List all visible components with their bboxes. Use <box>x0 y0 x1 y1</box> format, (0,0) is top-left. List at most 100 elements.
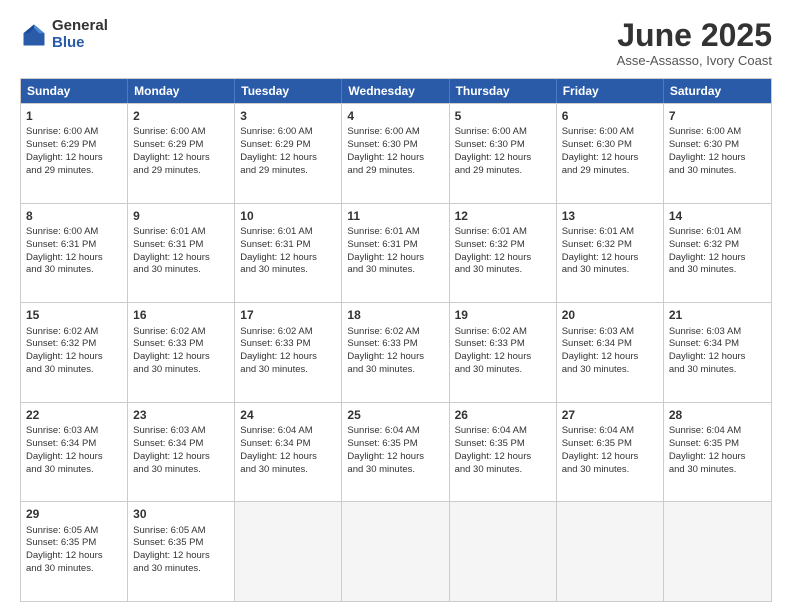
day-info-line: Sunset: 6:31 PM <box>347 239 443 252</box>
calendar-cell: 6Sunrise: 6:00 AMSunset: 6:30 PMDaylight… <box>557 104 664 203</box>
day-number: 20 <box>562 307 658 323</box>
day-number: 18 <box>347 307 443 323</box>
day-info-line: Sunrise: 6:01 AM <box>562 226 658 239</box>
title-block: June 2025 Asse-Assasso, Ivory Coast <box>617 18 772 68</box>
weekday-header: Sunday <box>21 79 128 103</box>
calendar-cell: 3Sunrise: 6:00 AMSunset: 6:29 PMDaylight… <box>235 104 342 203</box>
day-info-line: Sunset: 6:33 PM <box>347 338 443 351</box>
day-info-line: Daylight: 12 hours <box>240 451 336 464</box>
calendar-cell: 29Sunrise: 6:05 AMSunset: 6:35 PMDayligh… <box>21 502 128 601</box>
day-number: 13 <box>562 208 658 224</box>
calendar-cell: 25Sunrise: 6:04 AMSunset: 6:35 PMDayligh… <box>342 403 449 502</box>
calendar-cell: 7Sunrise: 6:00 AMSunset: 6:30 PMDaylight… <box>664 104 771 203</box>
day-info-line: Sunset: 6:30 PM <box>455 139 551 152</box>
day-info-line: and 30 minutes. <box>133 264 229 277</box>
calendar-cell: 16Sunrise: 6:02 AMSunset: 6:33 PMDayligh… <box>128 303 235 402</box>
day-info-line: and 30 minutes. <box>133 364 229 377</box>
day-number: 9 <box>133 208 229 224</box>
weekday-header: Thursday <box>450 79 557 103</box>
page: General Blue June 2025 Asse-Assasso, Ivo… <box>0 0 792 612</box>
calendar-body: 1Sunrise: 6:00 AMSunset: 6:29 PMDaylight… <box>21 103 771 601</box>
calendar-cell: 22Sunrise: 6:03 AMSunset: 6:34 PMDayligh… <box>21 403 128 502</box>
day-info-line: Sunset: 6:35 PM <box>26 537 122 550</box>
calendar-row: 22Sunrise: 6:03 AMSunset: 6:34 PMDayligh… <box>21 402 771 502</box>
day-info-line: Daylight: 12 hours <box>455 451 551 464</box>
day-info-line: and 30 minutes. <box>347 464 443 477</box>
calendar-row: 1Sunrise: 6:00 AMSunset: 6:29 PMDaylight… <box>21 103 771 203</box>
day-info-line: Daylight: 12 hours <box>26 252 122 265</box>
day-info-line: Sunrise: 6:03 AM <box>562 326 658 339</box>
calendar-cell: 11Sunrise: 6:01 AMSunset: 6:31 PMDayligh… <box>342 204 449 303</box>
day-number: 30 <box>133 506 229 522</box>
calendar-cell: 18 Sunrise: 6:02 AMSunset: 6:33 PMDayligh… <box>342 303 449 402</box>
day-number: 21 <box>669 307 766 323</box>
day-info-line: Daylight: 12 hours <box>240 252 336 265</box>
calendar-cell: 20Sunrise: 6:03 AMSunset: 6:34 PMDayligh… <box>557 303 664 402</box>
calendar-cell: 10 Sunrise: 6:01 AMSunset: 6:31 PMDayligh… <box>235 204 342 303</box>
day-info-line: Sunset: 6:32 PM <box>26 338 122 351</box>
day-info-line: Sunset: 6:31 PM <box>240 239 336 252</box>
logo-icon <box>20 21 48 49</box>
day-number: 4 <box>347 108 443 124</box>
day-info-line: Sunrise: 6:01 AM <box>240 226 336 239</box>
weekday-header: Monday <box>128 79 235 103</box>
day-info-line: Sunrise: 6:02 AM <box>347 326 443 339</box>
day-number: 14 <box>669 208 766 224</box>
day-number: 10 <box>240 208 336 224</box>
calendar-cell: 8Sunrise: 6:00 AMSunset: 6:31 PMDaylight… <box>21 204 128 303</box>
day-info-line: Sunrise: 6:00 AM <box>240 126 336 139</box>
location-subtitle: Asse-Assasso, Ivory Coast <box>617 53 772 68</box>
day-info-line: and 30 minutes. <box>669 264 766 277</box>
day-info-line: Daylight: 12 hours <box>455 351 551 364</box>
calendar-cell: 9Sunrise: 6:01 AMSunset: 6:31 PMDaylight… <box>128 204 235 303</box>
day-info-line: and 29 minutes. <box>347 165 443 178</box>
day-info-line: and 30 minutes. <box>562 264 658 277</box>
day-number: 3 <box>240 108 336 124</box>
day-info-line: Sunset: 6:29 PM <box>26 139 122 152</box>
weekday-header: Friday <box>557 79 664 103</box>
calendar-cell: 26Sunrise: 6:04 AMSunset: 6:35 PMDayligh… <box>450 403 557 502</box>
day-info-line: Sunrise: 6:02 AM <box>240 326 336 339</box>
day-info-line: Sunset: 6:34 PM <box>26 438 122 451</box>
calendar-cell: 30Sunrise: 6:05 AMSunset: 6:35 PMDayligh… <box>128 502 235 601</box>
day-info-line: and 30 minutes. <box>455 464 551 477</box>
day-info-line: Sunset: 6:32 PM <box>455 239 551 252</box>
day-info-line: and 30 minutes. <box>133 464 229 477</box>
day-number: 17 <box>240 307 336 323</box>
day-info-line: and 30 minutes. <box>455 364 551 377</box>
calendar-row: 15Sunrise: 6:02 AMSunset: 6:32 PMDayligh… <box>21 302 771 402</box>
calendar-cell: 28Sunrise: 6:04 AMSunset: 6:35 PMDayligh… <box>664 403 771 502</box>
month-title: June 2025 <box>617 18 772 53</box>
day-info-line: Daylight: 12 hours <box>26 451 122 464</box>
day-number: 2 <box>133 108 229 124</box>
day-info-line: Daylight: 12 hours <box>347 351 443 364</box>
day-info-line: Sunset: 6:35 PM <box>455 438 551 451</box>
day-info-line: Daylight: 12 hours <box>26 550 122 563</box>
day-info-line: Sunrise: 6:04 AM <box>562 425 658 438</box>
day-info-line: and 30 minutes. <box>455 264 551 277</box>
empty-cell <box>342 502 449 601</box>
calendar-cell: 14Sunrise: 6:01 AMSunset: 6:32 PMDayligh… <box>664 204 771 303</box>
calendar: SundayMondayTuesdayWednesdayThursdayFrid… <box>20 78 772 602</box>
weekday-header: Saturday <box>664 79 771 103</box>
day-info-line: Sunrise: 6:02 AM <box>26 326 122 339</box>
day-number: 15 <box>26 307 122 323</box>
weekday-header: Tuesday <box>235 79 342 103</box>
day-info-line: Daylight: 12 hours <box>562 252 658 265</box>
day-number: 12 <box>455 208 551 224</box>
day-number: 26 <box>455 407 551 423</box>
day-info-line: Daylight: 12 hours <box>26 351 122 364</box>
day-number: 19 <box>455 307 551 323</box>
calendar-cell: 2Sunrise: 6:00 AMSunset: 6:29 PMDaylight… <box>128 104 235 203</box>
day-info-line: and 29 minutes. <box>455 165 551 178</box>
day-info-line: Sunset: 6:34 PM <box>133 438 229 451</box>
day-info-line: Sunrise: 6:00 AM <box>347 126 443 139</box>
day-info-line: and 30 minutes. <box>133 563 229 576</box>
day-info-line: and 30 minutes. <box>347 264 443 277</box>
calendar-cell: 24Sunrise: 6:04 AMSunset: 6:34 PMDayligh… <box>235 403 342 502</box>
day-number: 5 <box>455 108 551 124</box>
empty-cell <box>450 502 557 601</box>
day-info-line: Sunrise: 6:00 AM <box>26 226 122 239</box>
day-info-line: Sunset: 6:34 PM <box>562 338 658 351</box>
day-number: 28 <box>669 407 766 423</box>
